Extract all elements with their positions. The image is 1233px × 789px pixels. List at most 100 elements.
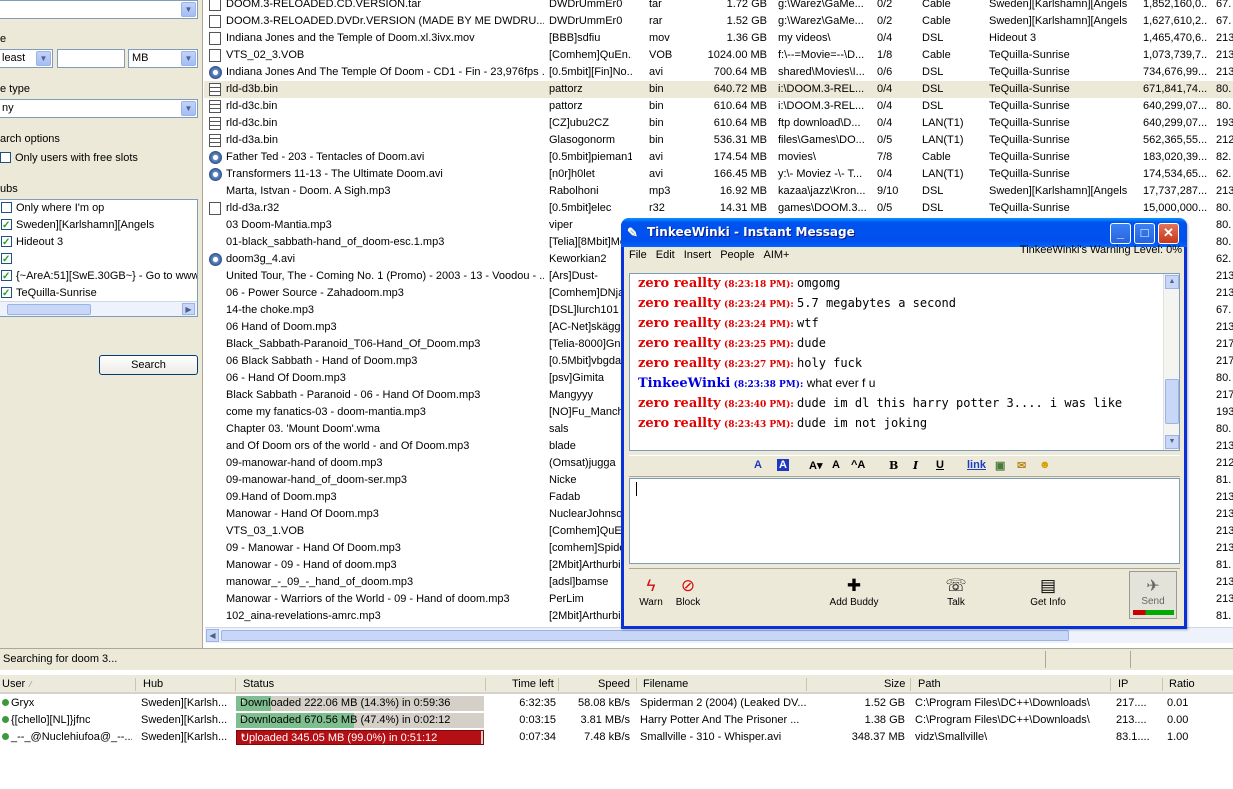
column-divider[interactable] [636,678,637,691]
size-unit-select[interactable]: MB ▼ [128,49,198,68]
column-divider[interactable] [806,678,807,691]
search-button[interactable]: Search [99,355,198,375]
result-row[interactable]: rld-d3b.bin pattorz bin 640.72 MB i:\DOOM.3-… [204,81,1233,98]
checkbox-box[interactable] [0,152,11,163]
column-divider[interactable] [485,678,486,691]
scroll-right-icon[interactable]: ▶ [182,303,195,315]
menu-item-aim[interactable]: AIM+ [763,249,789,261]
chat-history[interactable]: zero reallty (8:23:18 PM): omgomg zero re… [629,273,1180,451]
col-header-ip[interactable]: IP [1118,678,1128,690]
underline-icon[interactable]: U [936,459,944,471]
hub-checkbox[interactable] [1,202,12,213]
results-horizontal-scrollbar[interactable]: ◀ [205,627,1233,643]
instant-message-window[interactable]: ✎ TinkeeWinki - Instant Message _ □ ✕ Ti… [621,218,1187,629]
result-row[interactable]: rld-d3c.bin pattorz bin 610.64 MB i:\DOOM.3-… [204,98,1233,115]
column-divider[interactable] [558,678,559,691]
col-header-filename[interactable]: Filename [643,678,688,690]
column-divider[interactable] [235,678,236,691]
chevron-down-icon[interactable]: ▼ [181,101,196,116]
chat-scrollbar[interactable]: ▲ ▼ [1163,274,1179,450]
scrollbar-thumb[interactable] [1165,379,1179,424]
scroll-up-icon[interactable]: ▲ [1165,275,1179,289]
col-header-status[interactable]: Status [243,678,274,690]
decrease-font-icon[interactable]: A▾ [809,459,822,472]
scroll-left-icon[interactable]: ◀ [206,629,219,642]
col-header-size[interactable]: Size [884,678,905,690]
scroll-down-icon[interactable]: ▼ [1165,435,1179,449]
result-row[interactable]: Father Ted - 203 - Tentacles of Doom.avi… [204,149,1233,166]
hub-checkbox[interactable] [1,285,12,302]
close-button[interactable]: ✕ [1158,223,1179,244]
column-divider[interactable] [135,678,136,691]
text-color-icon[interactable]: A [754,459,762,471]
hub-checkbox[interactable] [1,234,12,251]
hub-checkbox[interactable] [1,251,12,268]
menu-item-people[interactable]: People [720,249,754,261]
block-button[interactable]: ⊘ Block [671,575,705,608]
free-slots-checkbox[interactable]: Only users with free slots [0,152,138,164]
increase-font-icon[interactable]: ^A [851,459,865,471]
scrollbar-thumb[interactable] [221,630,1069,641]
insert-mail-icon[interactable]: ✉ [1017,459,1026,472]
normal-font-icon[interactable]: A [832,459,840,471]
warn-button[interactable]: ϟ Warn [636,575,666,608]
menu-item-edit[interactable]: Edit [656,249,675,261]
italic-icon[interactable]: I [913,459,918,472]
bold-icon[interactable]: B [889,459,898,472]
send-button[interactable]: ✈ Send [1129,571,1177,619]
column-divider[interactable] [1162,678,1163,691]
result-row[interactable]: DOOM.3-RELOADED.DVDr.VERSION (MADE BY ME… [204,13,1233,30]
get-info-button[interactable]: ▤ Get Info [1026,575,1070,608]
hub-list-item[interactable]: {~AreA:51][SwE.30GB~} - Go to www.a [0,268,197,285]
hub-list-item[interactable]: Only where I'm op [0,200,197,217]
col-header-ratio[interactable]: Ratio [1169,678,1195,690]
col-header-hub[interactable]: Hub [143,678,163,690]
result-row[interactable]: DOOM.3-RELOADED.CD.VERSION.tar DWDrUmmEr0… [204,0,1233,13]
chevron-down-icon[interactable]: ▼ [181,51,196,66]
result-row[interactable]: Indiana Jones And The Temple Of Doom - C… [204,64,1233,81]
result-row[interactable]: Indiana Jones and the Temple of Doom.xl.… [204,30,1233,47]
insert-image-icon[interactable]: ▣ [995,459,1005,472]
hub-list-item[interactable]: TeQuilla-Sunrise [0,285,197,302]
transfer-list[interactable]: User ⁄ Hub Status Time left Speed Filena… [0,675,1233,789]
size-value-input[interactable] [57,49,125,68]
result-row[interactable]: rld-d3a.bin Glasogonorm bin 536.31 MB files\… [204,132,1233,149]
hub-checkbox[interactable] [1,268,12,285]
hub-list-scrollbar[interactable]: ▶ [0,301,197,316]
chevron-down-icon[interactable]: ▼ [181,2,196,17]
col-header-time-left[interactable]: Time left [512,678,554,690]
col-header-path[interactable]: Path [918,678,941,690]
col-header-speed[interactable]: Speed [598,678,630,690]
transfer-row[interactable]: _--_@Nuclehiufoa@_--... Sweden][Karlsh...… [0,729,1233,746]
column-divider[interactable] [910,678,911,691]
scrollbar-thumb[interactable] [7,304,91,315]
menu-item-file[interactable]: File [629,249,647,261]
result-row[interactable]: Transformers 11-13 - The Ultimate Doom.a… [204,166,1233,183]
message-compose-input[interactable] [629,478,1180,564]
maximize-button[interactable]: □ [1134,223,1155,244]
result-row[interactable]: rld-d3c.bin [CZ]ubu2CZ bin 610.64 MB ftp dow… [204,115,1233,132]
search-query-combo[interactable]: ▼ [0,0,198,19]
menu-item-insert[interactable]: Insert [684,249,712,261]
smiley-icon[interactable]: ☻ [1039,459,1051,471]
col-header-user[interactable]: User [2,678,25,690]
transfer-row[interactable]: {[chello][NL]}jfnc Sweden][Karlsh... 0:03:… [0,712,1233,729]
hub-list-item[interactable] [0,251,197,268]
hub-checkbox[interactable] [1,217,12,234]
im-title-bar[interactable]: ✎ TinkeeWinki - Instant Message _ □ ✕ [621,218,1187,247]
hub-list-item[interactable]: Sweden][Karlshamn][Angels [0,217,197,234]
insert-link-icon[interactable]: link [967,459,986,471]
result-row[interactable]: Marta, Istvan - Doom. A Sigh.mp3 Rabolhon… [204,183,1233,200]
minimize-button[interactable]: _ [1110,223,1131,244]
talk-button[interactable]: ☏ Talk [939,575,973,608]
background-color-icon[interactable]: A [777,459,789,471]
result-row[interactable]: rld-d3a.r32 [0.5mbit]elec r32 14.31 MB games… [204,200,1233,217]
add-buddy-button[interactable]: ✚ Add Buddy [827,575,881,608]
filetype-select[interactable]: ny ▼ [0,99,198,118]
hub-list[interactable]: Only where I'm op Sweden][Karlshamn][Ange… [0,199,198,317]
transfer-row[interactable]: Gryx Sweden][Karlsh... 6:32:35 58.08 kB/s Sp… [0,695,1233,712]
size-mode-select[interactable]: least ▼ [0,49,53,68]
column-divider[interactable] [1110,678,1111,691]
hub-list-item[interactable]: Hideout 3 [0,234,197,251]
result-row[interactable]: VTS_02_3.VOB [Comhem]QuEn... VOB 1024.00 MB… [204,47,1233,64]
